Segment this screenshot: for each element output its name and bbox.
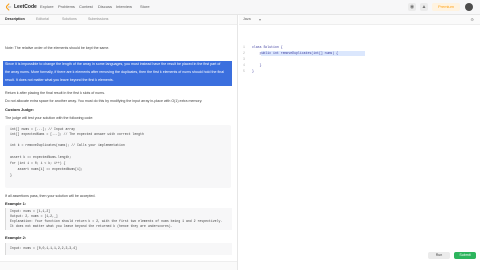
premium-button[interactable]: Premium — [432, 3, 460, 11]
editor-toolbar: Java ▾ ⚙ — [239, 15, 480, 25]
code-line: assert nums[i] == expectedNums[i]; — [10, 167, 83, 171]
code-line: assert k == expectedNums.length; — [10, 155, 72, 159]
description-tabs: Description Editorial Solutions Submissi… — [0, 15, 237, 25]
line-number: 2 — [243, 51, 245, 55]
nav-explore[interactable]: Explore — [40, 3, 54, 11]
custom-judge-heading: Custom Judge: — [5, 107, 35, 112]
example-1-line: It does not matter what you leave beyond… — [10, 224, 173, 228]
line-number: 3 — [243, 57, 245, 61]
description-footer — [0, 261, 237, 270]
example-1-heading: Example 1: — [5, 201, 27, 206]
submit-button[interactable]: Submit — [454, 252, 476, 259]
example-2-line: Input: nums = [0,0,1,1,1,2,2,3,3,4] — [10, 246, 77, 250]
fire-icon[interactable]: ▲ — [420, 3, 428, 11]
nav-store[interactable]: Store — [140, 3, 150, 11]
leetcode-logo-icon[interactable] — [5, 3, 12, 11]
editor-line[interactable]: } — [252, 69, 254, 74]
run-button[interactable]: Run — [428, 252, 450, 259]
nav-problems[interactable]: Problems — [58, 3, 75, 11]
brand-name[interactable]: LeetCode — [14, 3, 37, 11]
example-2-heading: Example 2: — [5, 235, 27, 240]
judge-outro-text: If all assertions pass, then your soluti… — [5, 194, 96, 198]
tab-solutions[interactable]: Solutions — [62, 16, 77, 23]
highlight-line-3: result. It does not matter what you leav… — [5, 78, 114, 82]
language-select[interactable]: Java — [243, 16, 251, 23]
code-editor-panel: Java ▾ ⚙ 1 2 3 4 5 class Solution { publ… — [239, 15, 480, 270]
code-line: for (int i = 0; i < k; i++) { — [10, 161, 66, 165]
code-line: int[] expectedNums = [...]; // The expec… — [10, 132, 144, 136]
top-bar: LeetCode Explore Problems Contest Discus… — [0, 0, 480, 15]
tab-editorial[interactable]: Editorial — [36, 16, 49, 23]
tab-submissions[interactable]: Submissions — [88, 16, 108, 23]
note-text: Note: The relative order of the elements… — [5, 46, 110, 50]
extra-space-text: Do not allocate extra space for another … — [5, 99, 203, 103]
chevron-down-icon[interactable]: ▾ — [259, 16, 261, 23]
highlight-line-2: the array nums. More formally, if there … — [5, 70, 225, 74]
line-number: 5 — [243, 69, 245, 73]
settings-icon[interactable]: ⚙ — [470, 16, 474, 23]
tab-description[interactable]: Description — [5, 16, 25, 23]
description-panel: Description Editorial Solutions Submissi… — [0, 15, 238, 270]
nav-interview[interactable]: Interview — [116, 3, 132, 11]
nav-discuss[interactable]: Discuss — [98, 3, 112, 11]
judge-intro-text: The judge will test your solution with t… — [5, 116, 94, 120]
editor-line[interactable]: } — [252, 63, 262, 68]
editor-line[interactable]: class Solution { — [252, 45, 283, 50]
line-number: 1 — [243, 45, 245, 49]
code-line: } — [10, 173, 12, 177]
line-number: 4 — [243, 63, 245, 67]
highlight-line-1: Since it is impossible to change the len… — [5, 62, 221, 66]
return-text: Return k after placing the final result … — [5, 91, 106, 95]
code-line: int k = removeDuplicates(nums); // Calls… — [10, 143, 125, 147]
avatar[interactable] — [465, 3, 473, 11]
nav-contest[interactable]: Contest — [79, 3, 93, 11]
bell-icon[interactable]: ◉ — [408, 3, 416, 11]
editor-line[interactable]: public int removeDuplicates(int[] nums) … — [252, 51, 338, 56]
